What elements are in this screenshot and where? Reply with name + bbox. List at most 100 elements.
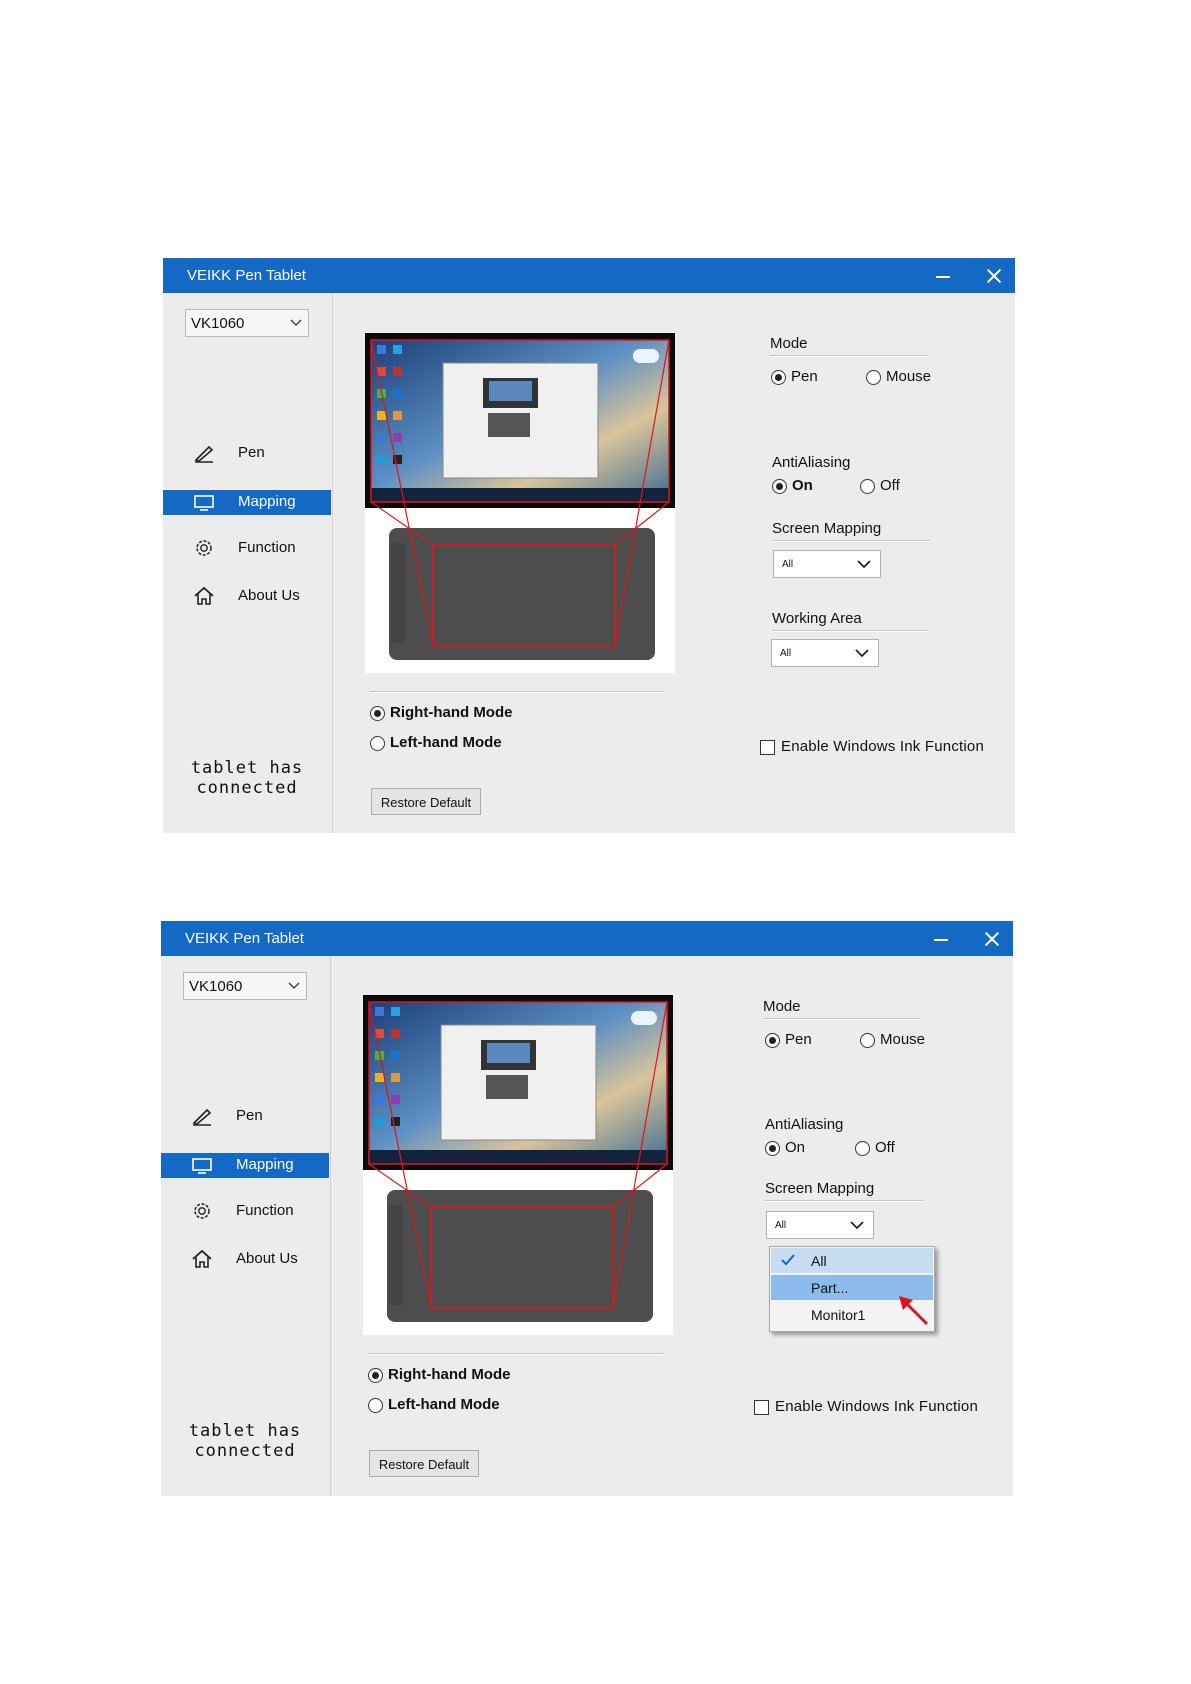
sidebar: VK1060 Pen Mapping Function About Us tab… xyxy=(163,293,333,833)
home-icon xyxy=(194,586,214,605)
restore-default-button[interactable]: Restore Default xyxy=(369,1450,479,1477)
chevron-down-icon xyxy=(855,649,869,658)
sidebar-item-mapping[interactable]: Mapping xyxy=(163,490,331,515)
connection-status: tablet has connected xyxy=(163,758,331,798)
sidebar-item-label: About Us xyxy=(238,587,300,604)
dropdown-option-all[interactable]: All xyxy=(771,1248,933,1273)
sidebar-item-pen[interactable]: Pen xyxy=(161,1104,329,1129)
desktop-icon xyxy=(393,367,402,376)
mapping-illustration xyxy=(365,333,675,660)
select-value: All xyxy=(775,1220,787,1231)
title-bar[interactable]: VEIKK Pen Tablet xyxy=(161,921,1013,956)
sidebar-item-label: Function xyxy=(236,1202,294,1219)
radio-label: Right-hand Mode xyxy=(388,1366,511,1383)
connection-status: tablet has connected xyxy=(161,1421,329,1461)
device-select[interactable]: VK1060 xyxy=(183,972,307,1000)
close-icon[interactable] xyxy=(981,928,1003,950)
restore-default-button[interactable]: Restore Default xyxy=(371,788,481,815)
radio-dot xyxy=(866,370,881,385)
radio-dot xyxy=(765,1141,780,1156)
radio-label: Mouse xyxy=(886,368,932,385)
dropdown-option-label: Monitor1 xyxy=(811,1307,866,1323)
desktop-icon xyxy=(377,433,386,442)
desktop-icon xyxy=(393,411,402,420)
window-title: VEIKK Pen Tablet xyxy=(185,930,304,947)
gear-icon xyxy=(196,540,212,556)
antialiasing-label: AntiAliasing xyxy=(765,1116,844,1133)
device-select[interactable]: VK1060 xyxy=(185,309,309,337)
radio-dot xyxy=(368,1368,383,1383)
device-select-value: VK1060 xyxy=(189,978,243,995)
chevron-down-icon xyxy=(857,560,871,569)
radio-dot xyxy=(860,1033,875,1048)
desktop-icon xyxy=(631,1011,657,1025)
sidebar-item-about-us[interactable]: About Us xyxy=(163,584,331,609)
chevron-down-icon xyxy=(290,319,302,326)
radio-dot xyxy=(855,1141,870,1156)
sidebar-item-label: Pen xyxy=(236,1107,263,1124)
select-value: All xyxy=(780,648,792,659)
radio-label: Right-hand Mode xyxy=(390,704,513,721)
radio-dot xyxy=(771,370,786,385)
mode-label: Mode xyxy=(763,998,801,1015)
sidebar-item-mapping[interactable]: Mapping xyxy=(161,1153,329,1178)
sidebar-item-about-us[interactable]: About Us xyxy=(161,1247,329,1272)
divider xyxy=(368,1353,663,1355)
gear-icon xyxy=(194,1203,210,1219)
desktop-icon xyxy=(391,1051,400,1060)
divider xyxy=(370,691,665,693)
mapping-preview xyxy=(363,995,673,1335)
sidebar: VK1060 Pen Mapping Function About Us tab… xyxy=(161,956,331,1496)
thumb-tablet xyxy=(488,413,530,437)
taskbar xyxy=(371,488,669,502)
radio-label: Off xyxy=(880,477,900,494)
minimize-icon[interactable] xyxy=(932,266,954,286)
monitor-icon xyxy=(192,1158,212,1174)
radio-label: Pen xyxy=(785,1031,812,1048)
divider xyxy=(772,630,928,632)
sidebar-item-function[interactable]: Function xyxy=(161,1199,329,1224)
close-icon[interactable] xyxy=(983,265,1005,287)
thumb-screen xyxy=(487,1043,530,1063)
chevron-down-icon xyxy=(850,1221,864,1230)
minimize-icon[interactable] xyxy=(930,929,952,949)
tablet-express-keys xyxy=(389,1205,403,1305)
device-select-value: VK1060 xyxy=(191,315,245,332)
divider xyxy=(772,540,930,542)
pointer-arrow-icon xyxy=(899,1296,929,1326)
status-line: tablet has xyxy=(190,758,304,778)
taskbar xyxy=(369,1150,667,1164)
desktop-icon xyxy=(375,1007,384,1016)
sidebar-item-label: About Us xyxy=(236,1250,298,1267)
desktop-icon xyxy=(391,1029,400,1038)
working-area-label: Working Area xyxy=(772,610,862,627)
radio-label: On xyxy=(785,1139,806,1156)
sidebar-item-pen[interactable]: Pen xyxy=(163,441,331,466)
title-bar[interactable]: VEIKK Pen Tablet xyxy=(163,258,1015,293)
sidebar-item-label: Function xyxy=(238,539,296,556)
working-area-select[interactable]: All xyxy=(771,639,879,667)
tablet-express-keys xyxy=(391,543,405,643)
screen-mapping-select[interactable]: All xyxy=(766,1211,874,1239)
status-line: connected xyxy=(194,1441,296,1461)
sidebar-item-function[interactable]: Function xyxy=(163,536,331,561)
mode-label: Mode xyxy=(770,335,808,352)
screen-mapping-label: Screen Mapping xyxy=(772,520,882,537)
radio-dot xyxy=(860,479,875,494)
sidebar-item-label: Pen xyxy=(238,444,265,461)
select-value: All xyxy=(782,559,794,570)
radio-dot xyxy=(368,1398,383,1413)
checkbox-box xyxy=(754,1400,769,1415)
radio-label: Left-hand Mode xyxy=(390,734,502,751)
radio-label: Off xyxy=(875,1139,895,1156)
veikk-window-default: VEIKK Pen Tablet VK1060 Pen Mapping Func… xyxy=(163,258,1015,833)
veikk-window-dropdown-open: VEIKK Pen Tablet VK1060 Pen Mapping Func… xyxy=(161,921,1013,1496)
desktop-icon xyxy=(375,1095,384,1104)
divider xyxy=(765,1200,923,1202)
desktop-icon xyxy=(391,1007,400,1016)
screen-mapping-select[interactable]: All xyxy=(773,550,881,578)
radio-dot xyxy=(370,736,385,751)
status-line: tablet has xyxy=(188,1421,302,1441)
status-line: connected xyxy=(196,778,298,798)
mapping-illustration xyxy=(363,995,673,1322)
